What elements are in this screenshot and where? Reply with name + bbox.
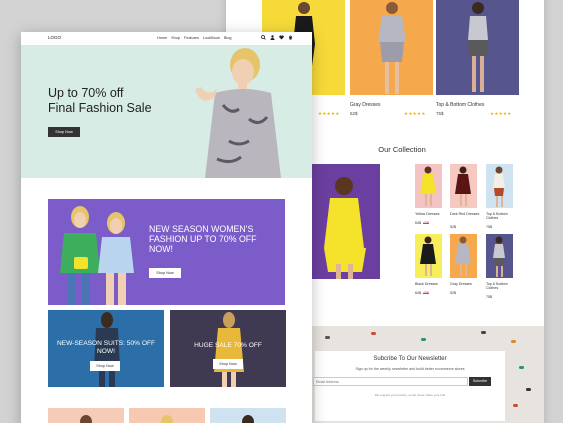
collection-item-name[interactable]: Black Dresses: [415, 282, 445, 286]
collection-item-price: 52$: [450, 225, 456, 229]
promo-title: NEW SEASON WOMEN'S FASHION UP TO 70% OFF…: [149, 224, 257, 255]
model-figure: [467, 2, 488, 92]
collection-item-price: 64$: [415, 291, 421, 295]
model-figure: [377, 2, 406, 94]
product-name[interactable]: Gray Dresses: [350, 102, 381, 108]
terrazzo-speck: [513, 404, 518, 407]
model-figure: [420, 236, 436, 276]
nav-link-features[interactable]: Features: [184, 36, 199, 40]
collection-item-image[interactable]: [415, 164, 442, 208]
thumbnail-model: [80, 415, 92, 423]
hero-banner: Up to 70% off Final Fashion Sale Shop No…: [21, 45, 312, 178]
tile-title: HUGE SALE 70% OFF: [194, 342, 262, 349]
nav-link-shop[interactable]: Shop: [171, 36, 180, 40]
star-rating: ★★★★★: [404, 111, 426, 116]
product-price: 52$: [350, 111, 358, 116]
thumbnail-model: [242, 415, 254, 423]
collection-item-price: 75$: [486, 295, 492, 299]
promo-shop-now-button[interactable]: Shop Now: [149, 268, 181, 278]
newsletter-title: Subcribe To Our Newsletter: [373, 356, 447, 362]
thumbnail-image[interactable]: [210, 408, 286, 423]
heart-icon[interactable]: [279, 35, 284, 41]
terrazzo-speck: [371, 332, 376, 335]
collection-item-image[interactable]: [415, 234, 442, 278]
promo-tile-huge-sale: HUGE SALE 70% OFF Shop Now: [170, 310, 286, 387]
terrazzo-speck: [526, 388, 531, 391]
tile-shop-now-button[interactable]: Shop Now: [213, 359, 243, 369]
terrazzo-speck: [325, 336, 330, 339]
nav-links: Home Shop Features LookBook Blog: [157, 36, 232, 40]
hero-model-image: [195, 48, 281, 178]
collection-item-old-price: 45$: [423, 291, 429, 295]
collection-item-image[interactable]: [450, 234, 477, 278]
subscribe-button[interactable]: Subcribe: [469, 377, 491, 386]
nav-link-blog[interactable]: Blog: [224, 36, 232, 40]
collection-item-name[interactable]: Dark Red Dresses: [450, 212, 480, 216]
promo-models-image: [60, 206, 134, 305]
email-input[interactable]: [313, 377, 468, 386]
model-figure: [493, 166, 505, 207]
star-rating: ★★★★★: [490, 111, 512, 116]
thumbnail-image[interactable]: [129, 408, 205, 423]
collection-item-image[interactable]: [486, 234, 513, 278]
hero-title: Up to 70% off Final Fashion Sale: [48, 86, 178, 116]
product-price: 75$: [436, 111, 444, 116]
terrazzo-speck: [481, 331, 486, 334]
site-logo[interactable]: LOGO: [48, 35, 61, 40]
collection-item-name[interactable]: Top & Bottom Clothes: [486, 212, 516, 221]
hero-title-line1: Up to 70% off: [48, 86, 124, 100]
user-icon[interactable]: [270, 34, 275, 41]
hero-shop-now-button[interactable]: Shop Now: [48, 127, 80, 137]
thumbnail-image[interactable]: [48, 408, 124, 423]
nav-link-lookbook[interactable]: LookBook: [203, 36, 220, 40]
tile-title: NEW-SEASON SUITS: 50% OFF NOW!: [56, 340, 156, 355]
collection-item-image[interactable]: [486, 164, 513, 208]
collection-item-price: 75$: [486, 225, 492, 229]
product-card-image[interactable]: [350, 0, 433, 95]
nav-link-home[interactable]: Home: [157, 36, 167, 40]
newsletter-subtitle: Sign up for the weekly newsletter and bu…: [355, 367, 465, 371]
terrazzo-speck: [511, 340, 516, 343]
collection-item-image[interactable]: [450, 164, 477, 208]
search-icon[interactable]: [261, 34, 266, 41]
collection-item-price: 52$: [450, 291, 456, 295]
product-card-image[interactable]: [436, 0, 519, 95]
model-figure: [455, 166, 471, 206]
collection-item-name[interactable]: Gray Dresses: [450, 282, 480, 286]
thumbnail-model: [161, 415, 173, 423]
terrazzo-speck: [519, 366, 524, 369]
terrazzo-speck: [421, 338, 426, 341]
top-nav: LOGO Home Shop Features LookBook Blog: [21, 32, 312, 44]
newsletter-box: Subcribe To Our Newsletter Sign up for t…: [313, 351, 505, 421]
model-figure: [493, 236, 505, 277]
promo-banner: NEW SEASON WOMEN'S FASHION UP TO 70% OFF…: [48, 199, 285, 305]
model-figure: [324, 177, 366, 279]
collection-item-name[interactable]: Yellow Dresses: [415, 212, 445, 216]
star-rating: ★★★★★: [318, 111, 340, 116]
front-page-mockup: LOGO Home Shop Features LookBook Blog Up: [21, 32, 312, 423]
hero-title-line2: Final Fashion Sale: [48, 100, 152, 115]
tile-shop-now-button[interactable]: Shop Now: [90, 361, 120, 371]
model-figure: [455, 236, 471, 276]
newsletter-section: Subcribe To Our Newsletter Sign up for t…: [311, 326, 544, 423]
promo-tile-suits: NEW-SEASON SUITS: 50% OFF NOW! Shop Now: [48, 310, 164, 387]
collection-item-old-price: 45$: [423, 221, 429, 225]
model-figure: [420, 166, 436, 206]
nav-icons: [261, 34, 293, 41]
cart-icon[interactable]: [288, 35, 293, 41]
collection-item-name[interactable]: Top & Bottom Clothes: [486, 282, 516, 291]
collection-feature-image[interactable]: [310, 164, 380, 279]
collection-item-price: 64$: [415, 221, 421, 225]
product-name[interactable]: Top & Bottom Clothes: [436, 102, 484, 108]
newsletter-footnote: We respect your privacy, so we never sha…: [374, 393, 446, 397]
